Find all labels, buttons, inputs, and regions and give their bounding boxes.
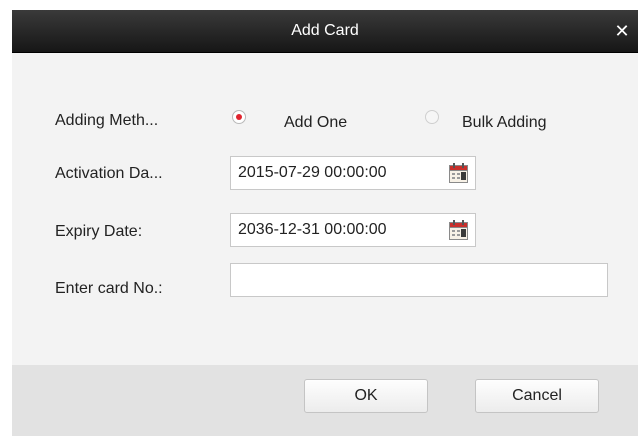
dialog-body: Adding Meth... Add One Bulk Adding Activ… (12, 53, 638, 365)
calendar-icon[interactable] (449, 220, 468, 240)
close-icon[interactable]: ✕ (610, 10, 634, 52)
bulk-adding-radio[interactable] (425, 110, 439, 124)
cancel-button[interactable]: Cancel (475, 379, 599, 413)
activation-date-field[interactable]: 2015-07-29 00:00:00 (230, 156, 476, 190)
activation-date-value: 2015-07-29 00:00:00 (238, 164, 387, 181)
dialog-footer: OK Cancel (12, 365, 638, 436)
bulk-adding-label[interactable]: Bulk Adding (462, 114, 547, 132)
expiry-date-value: 2036-12-31 00:00:00 (238, 221, 387, 238)
add-one-label[interactable]: Add One (284, 114, 347, 132)
title-bar[interactable]: Add Card ✕ (12, 10, 638, 53)
add-one-radio[interactable] (232, 110, 246, 124)
card-no-label: Enter card No.: (55, 280, 163, 297)
expiry-date-field[interactable]: 2036-12-31 00:00:00 (230, 213, 476, 247)
dialog-title: Add Card (291, 22, 359, 39)
expiry-date-label: Expiry Date: (55, 223, 143, 240)
adding-method-label: Adding Meth... (55, 112, 159, 129)
calendar-icon[interactable] (449, 163, 468, 183)
activation-date-label: Activation Da... (55, 165, 163, 182)
ok-button[interactable]: OK (304, 379, 428, 413)
add-card-dialog: Add Card ✕ Adding Meth... Add One Bulk A… (0, 0, 638, 436)
card-no-input[interactable] (230, 263, 608, 297)
